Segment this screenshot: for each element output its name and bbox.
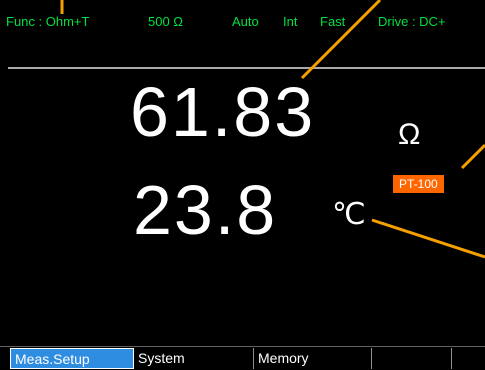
function-indicator: Func : Ohm+T [6,14,90,29]
speed-indicator: Fast [320,14,346,29]
menu-key-memory[interactable]: Memory [254,348,372,369]
secondary-reading-unit: ℃ [332,197,366,232]
menu-key-5[interactable] [452,348,485,369]
primary-reading-value: 61.83 [130,73,316,151]
auto-range-indicator: Auto [232,14,259,29]
trigger-indicator: Int [283,14,298,29]
secondary-reading-value: 23.8 [133,171,278,249]
menu-key-meas-setup[interactable]: Meas.Setup [10,348,134,369]
callout-line-temperature [371,218,485,259]
range-indicator: 500 Ω [148,14,184,29]
status-divider [8,67,485,69]
status-bar: Func : Ohm+T 500 Ω Auto Int Fast Drive :… [0,0,485,60]
callout-line-sensor [460,143,485,170]
primary-reading-unit: Ω [398,118,421,151]
drive-indicator: Drive : DC+ [378,14,446,29]
menu-key-system[interactable]: System [134,348,254,369]
menu-key-4[interactable] [372,348,452,369]
sensor-type-badge: PT-100 [393,175,444,193]
soft-key-menu: Meas.Setup System Memory [0,346,485,370]
